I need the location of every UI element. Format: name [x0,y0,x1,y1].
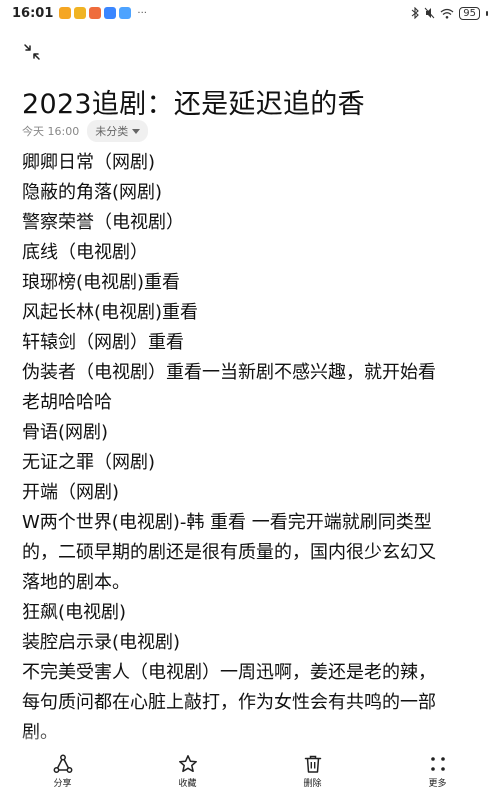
note-body[interactable]: 卿卿日常（网剧) 隐蔽的角落(网剧) 警察荣誉（电视剧） 底线（电视剧） 琅琊榜(电视剧… [22,148,474,752]
app-notification-icon [119,7,132,19]
note-line: 开端（网剧) [22,482,120,503]
category-label: 未分类 [95,125,129,138]
chevron-down-icon [132,128,141,134]
note-line: 落地的剧本。 [22,572,130,593]
note-line: 装腔启示录(电视剧) [22,632,181,653]
note-line: 不完美受害人（电视剧）一周迅啊，姜还是老的辣， [22,662,436,683]
note-line: 警察荣誉（电视剧） [22,212,184,233]
note-line: 伪装者（电视剧）重看一当新剧不感兴趣，就开始看 [22,362,436,383]
note-line: 每句质问都在心脏上敲打，作为女性会有共鸣的一部 [22,692,436,713]
more-label: 更多 [428,778,447,789]
collapse-button[interactable] [22,42,42,62]
note-line: 老胡哈哈哈 [22,392,112,413]
battery-indicator: 95 [459,6,480,20]
note-line: 的，二硕早期的剧还是很有质量的，国内很少玄幻又 [22,542,436,563]
delete-button[interactable]: 删除 [250,747,375,795]
more-button[interactable]: 更多 [375,747,500,795]
battery-level: 95 [463,7,476,19]
bluetooth-icon [411,7,420,19]
dots-icon [430,756,445,771]
favorite-label: 收藏 [178,778,197,789]
note-line: 琅琊榜(电视剧)重看 [22,272,181,293]
status-time: 16:01 [12,5,54,21]
note-line: 轩辕剑（网剧）重看 [22,332,184,353]
delete-label: 删除 [303,778,322,789]
note-line: 狂飙(电视剧) [22,602,127,623]
collapse-icon [24,44,40,60]
star-icon [178,754,197,772]
system-indicators: 95 [411,6,488,20]
share-label: 分享 [53,778,72,789]
app-notification-icon [104,7,117,19]
note-line: 骨语(网剧) [22,422,109,443]
app-notification-icon [74,7,87,19]
notification-icons: ··· [59,7,147,19]
note-line: 卿卿日常（网剧) [22,152,156,173]
wifi-icon [440,8,454,19]
bottom-toolbar: 分享 收藏 删除 更多 [0,747,500,795]
battery-tip [486,10,488,16]
trash-icon [304,755,321,773]
share-button[interactable]: 分享 [0,747,125,795]
note-line: 无证之罪（网剧) [22,452,156,473]
mute-icon [424,7,435,19]
note-meta: 今天 16:00 未分类 [22,120,149,142]
favorite-button[interactable]: 收藏 [125,747,250,795]
more-notifications-indicator: ··· [137,7,147,19]
note-line: 风起长林(电视剧)重看 [22,302,199,323]
note-title[interactable]: 2023追剧：还是延迟追的香 [22,82,365,121]
category-dropdown[interactable]: 未分类 [87,120,149,142]
share-icon [53,754,72,773]
app-notification-icon [59,7,72,19]
app-notification-icon [89,7,102,19]
note-line: 底线（电视剧） [22,242,148,263]
note-line: 隐蔽的角落(网剧) [22,182,163,203]
note-line: W两个世界(电视剧)-韩 重看 一看完开端就刷同类型 [22,512,432,533]
status-bar: 16:01 ··· 95 [0,0,500,26]
note-date: 今天 16:00 [22,125,80,138]
